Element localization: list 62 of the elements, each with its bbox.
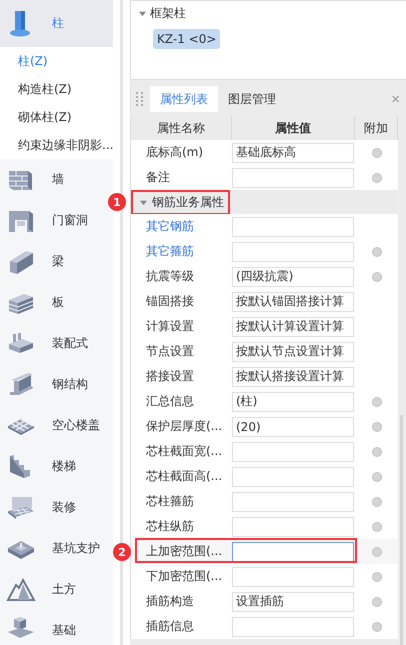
tree-node[interactable]: 框架柱	[150, 5, 186, 22]
attach-radio[interactable]	[372, 596, 382, 606]
tab[interactable]: 属性列表	[150, 86, 218, 112]
property-name: 锚固搭接	[145, 293, 195, 310]
property-value-field[interactable]: 按默认搭接设置计算	[232, 366, 354, 386]
attach-radio[interactable]	[372, 522, 382, 532]
attach-radio[interactable]	[372, 546, 382, 556]
property-name: 芯柱截面宽(...	[145, 443, 224, 460]
property-name: 芯柱箍筋	[145, 493, 195, 510]
expand-icon[interactable]	[140, 198, 147, 206]
property-value-field[interactable]: (四级抗震)	[232, 266, 354, 286]
property-value-field[interactable]	[232, 542, 354, 562]
category-item[interactable]: 梁	[0, 241, 113, 282]
property-name: 汇总信息	[145, 393, 195, 410]
subcategory-item[interactable]: 约束边缘非阴影...	[0, 131, 113, 159]
subcategory-item[interactable]: 柱(Z)	[0, 47, 113, 75]
property-name: 上加密范围(...	[145, 543, 224, 560]
attach-radio[interactable]	[372, 422, 382, 432]
category-item[interactable]: 基坑支护	[0, 528, 113, 569]
attach-radio[interactable]	[372, 446, 382, 456]
property-name: 抗震等级	[145, 268, 195, 285]
attach-radio[interactable]	[372, 496, 382, 506]
category-item[interactable]: 空心楼盖	[0, 405, 113, 446]
property-value-field[interactable]: 设置插筋	[232, 592, 354, 612]
property-value-field[interactable]: 按默认节点设置计算	[232, 342, 354, 362]
subcategory-item[interactable]: 砌体柱(Z)	[0, 103, 113, 131]
property-name: 搭接设置	[145, 368, 195, 385]
tab[interactable]: 图层管理	[218, 86, 286, 112]
category-item[interactable]: 板	[0, 282, 113, 323]
attach-radio[interactable]	[372, 246, 382, 256]
property-name: 芯柱截面高(...	[145, 468, 224, 485]
category-item[interactable]: 基础	[0, 610, 113, 645]
property-name: 插筋信息	[145, 618, 195, 635]
category-item[interactable]: 钢结构	[0, 364, 113, 405]
property-name: 插筋构造	[145, 593, 195, 610]
property-value-field[interactable]: 按默认计算设置计算	[232, 316, 354, 336]
property-name: 节点设置	[145, 343, 195, 360]
property-name: 底标高(m)	[145, 144, 204, 161]
drag-handle-icon[interactable]	[136, 92, 144, 106]
property-name: 备注	[145, 169, 171, 186]
property-name: 保护层厚度(...	[145, 418, 224, 435]
attach-radio[interactable]	[372, 396, 382, 406]
property-name: 计算设置	[145, 318, 195, 335]
attach-radio[interactable]	[372, 572, 382, 582]
category-item[interactable]: 装配式	[0, 323, 113, 364]
property-name: 芯柱纵筋	[145, 518, 195, 535]
attach-radio[interactable]	[372, 172, 382, 182]
property-name: 下加密范围(...	[145, 568, 224, 585]
property-value-field[interactable]: (柱)	[232, 392, 354, 412]
tree-item[interactable]: KZ-1 <0>	[153, 29, 220, 49]
subcategory-item[interactable]: 构造柱(Z)	[0, 75, 113, 103]
property-value-field[interactable]: 按默认锚固搭接计算	[232, 292, 354, 312]
expand-icon[interactable]	[139, 10, 146, 17]
category-item[interactable]: 装修	[0, 487, 113, 528]
category-item[interactable]: 楼梯	[0, 446, 113, 487]
attach-radio[interactable]	[372, 272, 382, 282]
category-item[interactable]: 土方	[0, 569, 113, 610]
property-value-field[interactable]: 基础底标高	[232, 142, 354, 162]
attach-radio[interactable]	[372, 622, 382, 632]
property-value-field[interactable]: (20)	[232, 416, 354, 436]
attach-radio[interactable]	[372, 472, 382, 482]
attach-radio[interactable]	[372, 148, 382, 158]
